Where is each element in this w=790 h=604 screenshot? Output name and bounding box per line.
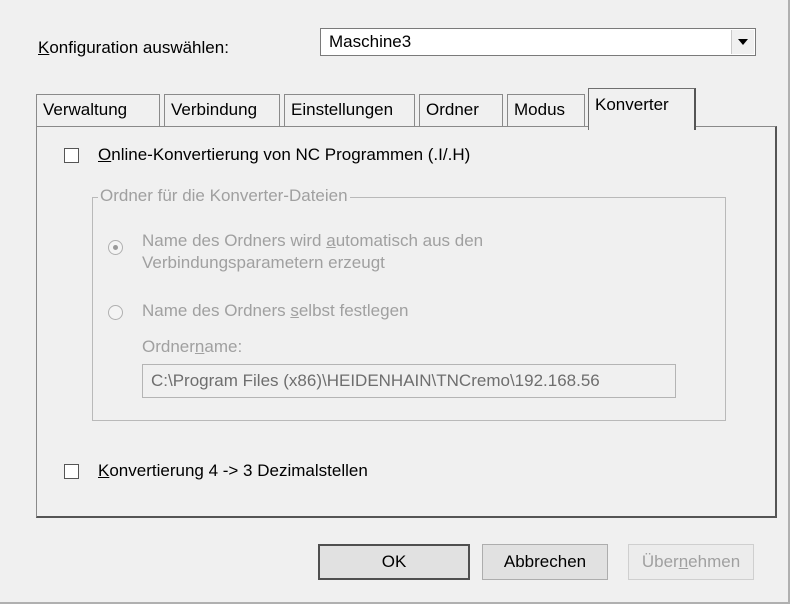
decimal-conversion-checkbox[interactable] [64, 464, 79, 479]
radio-auto-text: utomatisch aus den [335, 231, 484, 250]
access-key: a [326, 231, 336, 250]
online-conversion-checkbox[interactable] [64, 148, 79, 163]
config-label: Konfiguration auswählen: [38, 38, 229, 58]
decimal-conversion-label[interactable]: Konvertierung 4 -> 3 Dezimalstellen [98, 461, 368, 481]
access-key: n [678, 552, 689, 571]
online-conversion-text: nline-Konvertierung von NC Programmen (.… [111, 145, 471, 164]
tab-ordner[interactable]: Ordner [419, 94, 503, 128]
folder-label-text: Ordner [142, 337, 195, 356]
tab-label: Modus [514, 100, 566, 119]
access-key: n [194, 337, 205, 356]
radio-manual-text: Name des Ordners [142, 301, 291, 320]
ok-label: OK [381, 552, 407, 571]
cancel-button[interactable]: Abbrechen [482, 544, 608, 580]
config-label-text: onfiguration auswählen: [49, 38, 229, 57]
dialog: Konfiguration auswählen: Maschine3 Verwa… [0, 0, 790, 604]
apply-label: ehmen [688, 552, 741, 571]
radio-manual-folder[interactable] [108, 305, 123, 320]
group-title: Ordner für die Konverter-Dateien [98, 186, 350, 206]
radio-auto-text: Name des Ordners wird [142, 231, 327, 250]
radio-manual-text: elbst festlegen [298, 301, 409, 320]
folder-label-text: ame: [204, 337, 243, 356]
access-key: K [38, 38, 50, 57]
chevron-down-icon[interactable] [731, 30, 754, 54]
config-select[interactable]: Maschine3 [320, 28, 756, 56]
access-key: s [290, 301, 299, 320]
tab-konverter[interactable]: Konverter [588, 88, 696, 130]
tab-verwaltung[interactable]: Verwaltung [36, 94, 160, 128]
access-key: O [98, 145, 112, 164]
tab-label: Ordner [426, 100, 479, 119]
radio-manual-folder-label[interactable]: Name des Ordners selbst festlegen [142, 301, 408, 321]
decimal-conversion-text: onvertierung 4 -> 3 Dezimalstellen [109, 461, 368, 480]
folder-name-input[interactable]: C:\Program Files (x86)\HEIDENHAIN\TNCrem… [142, 364, 676, 398]
tab-bar: Verwaltung Verbindung Einstellungen Ordn… [36, 88, 786, 130]
radio-auto-folder-label[interactable]: Name des Ordners wird automatisch aus de… [142, 230, 483, 274]
tab-modus[interactable]: Modus [507, 94, 585, 128]
tab-einstellungen[interactable]: Einstellungen [284, 94, 415, 128]
radio-auto-line1: Name des Ordners wird automatisch aus de… [142, 230, 483, 252]
tab-verbindung[interactable]: Verbindung [164, 94, 280, 128]
radio-auto-folder[interactable] [108, 240, 123, 255]
tab-label: Einstellungen [291, 100, 394, 119]
apply-label: Über [641, 552, 679, 571]
online-conversion-label[interactable]: Online-Konvertierung von NC Programmen (… [98, 145, 470, 165]
config-selected-value: Maschine3 [329, 32, 412, 51]
ok-button[interactable]: OK [318, 544, 470, 580]
radio-auto-line2: Verbindungsparametern erzeugt [142, 253, 385, 272]
tab-label: Verwaltung [43, 100, 128, 119]
tab-label: Konverter [595, 95, 669, 114]
cancel-label: Abbrechen [503, 552, 587, 571]
tab-label: Verbindung [171, 100, 258, 119]
access-key: K [98, 461, 110, 480]
apply-button[interactable]: Über n ehmen [628, 544, 754, 580]
folder-name-label: Ordnername: [142, 337, 242, 357]
